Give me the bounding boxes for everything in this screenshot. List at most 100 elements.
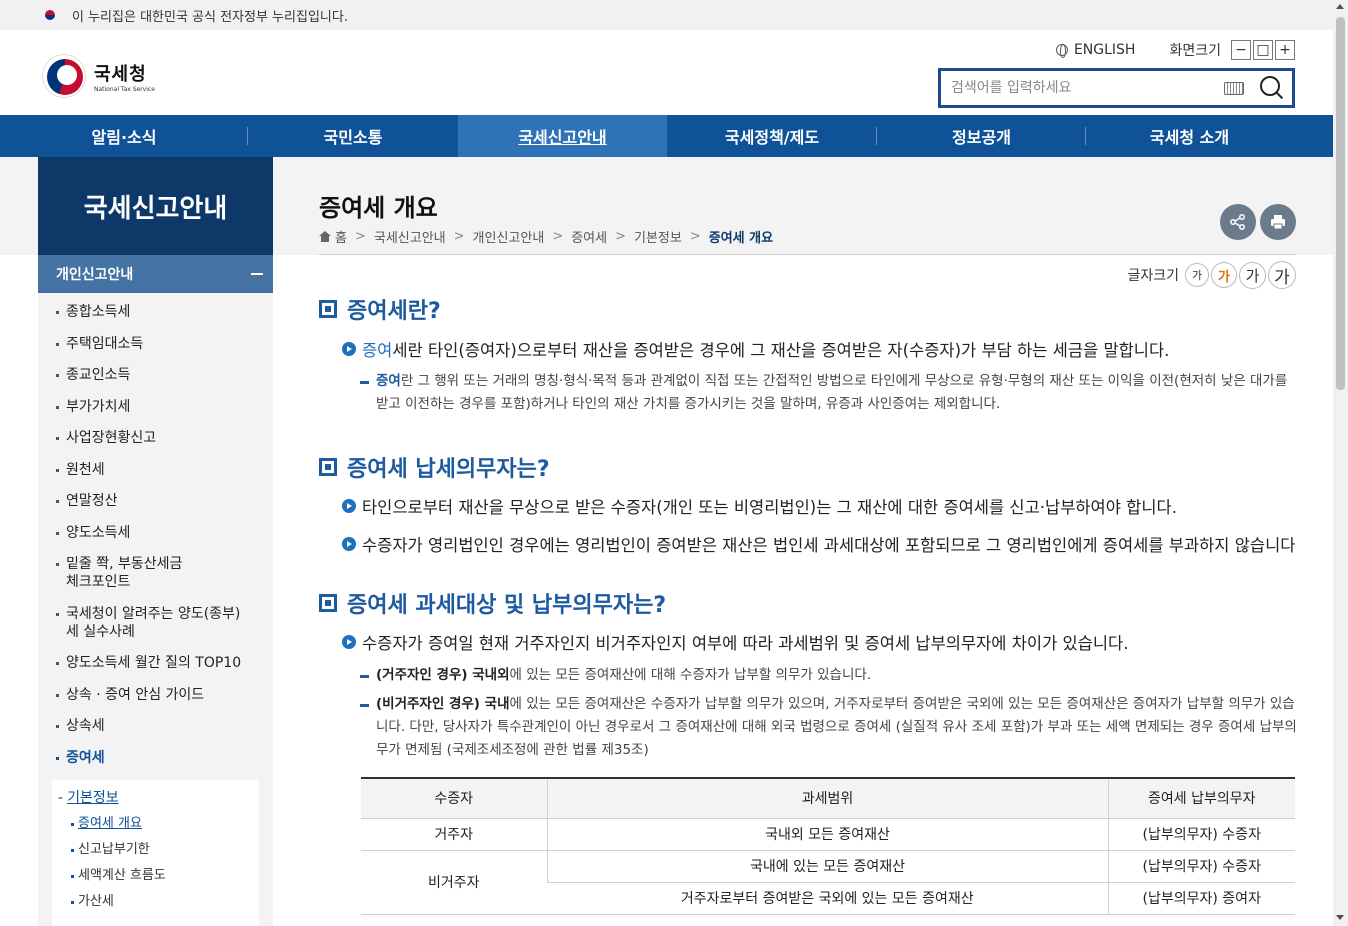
nav-tax-filing-guide[interactable]: 국세신고안내 <box>458 115 667 157</box>
table-cell: 국내외 모든 증여재산 <box>546 818 1108 851</box>
section-heading-text: 증여세란? <box>347 299 441 324</box>
nav-communication[interactable]: 국민소통 <box>248 115 458 157</box>
sidebar-item-gift-tax[interactable]: 증여세 <box>38 749 273 767</box>
bullet-text: 타인으로부터 재산을 무상으로 받은 수증자(개인 또는 비영리법인)는 그 재… <box>362 498 1177 517</box>
taeguk-logo-icon <box>42 54 86 98</box>
sidebar-item-top10[interactable]: 양도소득세 월간 질의 TOP10 <box>38 654 273 672</box>
nav-info-disclosure[interactable]: 정보공개 <box>877 115 1086 157</box>
sidebar-sub-basic-info[interactable]: - 기본정보 <box>52 788 259 808</box>
sidebar-title: 국세신고안내 <box>38 157 273 255</box>
search-icon[interactable] <box>1258 75 1284 101</box>
print-button[interactable] <box>1260 204 1296 240</box>
nav-about[interactable]: 국세청 소개 <box>1086 115 1293 157</box>
sidebar-item-religious-income[interactable]: 종교인소득 <box>38 366 273 384</box>
sub-item-text: 에 있는 모든 증여재산에 대해 수증자가 납부할 의무가 있습니다. <box>509 667 872 683</box>
square-bullet-icon <box>319 458 337 476</box>
utility-bar: ENGLISH 화면크기 − □ + <box>1055 40 1295 60</box>
sidebar-item-inheritance-tax[interactable]: 상속세 <box>38 717 273 735</box>
table-cell: 거주자로부터 증여받은 국외에 있는 모든 증여재산 <box>547 882 1108 915</box>
highlight-term: 증여 <box>362 341 393 360</box>
sidebar-section-label: 개인신고안내 <box>56 267 134 283</box>
section-heading: 증여세 과세대상 및 납부의무자는? <box>319 587 666 619</box>
sidebar-section-toggle[interactable]: 개인신고안내 <box>38 255 273 293</box>
section-heading: 증여세 납세의무자는? <box>319 451 550 483</box>
sidebar-sub-item-overview[interactable]: 증여세 개요 <box>52 814 259 834</box>
content-divider <box>319 254 1296 255</box>
logo-name: 국세청 <box>94 63 147 85</box>
table-header: 수증자 <box>361 777 547 819</box>
zoom-reset-button[interactable]: □ <box>1253 40 1273 60</box>
breadcrumb-item[interactable]: 증여세 <box>571 227 607 246</box>
sidebar-item-safe-guide[interactable]: 상속 · 증여 안심 가이드 <box>38 686 273 704</box>
breadcrumb-item[interactable]: 개인신고안내 <box>473 227 545 246</box>
sub-item: 증여란 그 행위 또는 거래의 명칭·형식·목적 등과 관계없이 직접 또는 간… <box>360 370 1300 416</box>
table-row: 비거주자 국내에 있는 모든 증여재산 (납부의무자) 수증자 <box>361 850 1295 915</box>
share-button[interactable] <box>1220 204 1256 240</box>
sidebar-item-vat[interactable]: 부가가치세 <box>38 398 273 416</box>
sub-item-term: 증여 <box>376 373 401 389</box>
square-bullet-icon <box>319 594 337 612</box>
sidebar-item-income-tax[interactable]: 종합소득세 <box>38 303 273 321</box>
circle-arrow-icon <box>342 499 356 513</box>
sub-item-term: (비거주자인 경우) 국내 <box>376 696 510 712</box>
sidebar-item-transfer-tax[interactable]: 양도소득세 <box>38 524 273 542</box>
nav-news[interactable]: 알림·소식 <box>0 115 248 157</box>
site-header: 국세청 National Tax Service ENGLISH 화면크기 − … <box>0 30 1333 115</box>
font-size-small-button[interactable]: 가 <box>1185 263 1209 287</box>
site-logo[interactable]: 국세청 National Tax Service <box>42 54 155 98</box>
dash-icon <box>360 704 369 707</box>
font-size-xlarge-button[interactable]: 가 <box>1268 261 1296 289</box>
table-header: 과세범위 <box>546 777 1108 819</box>
table-cell: (납부의무자) 수증자 <box>1107 818 1295 851</box>
zoom-label: 화면크기 <box>1169 43 1221 59</box>
search-input[interactable] <box>951 80 1224 96</box>
sidebar-sub-item-deadline[interactable]: 신고납부기한 <box>52 840 259 860</box>
sidebar-item-rental-income[interactable]: 주택임대소득 <box>38 335 273 353</box>
sidebar-sub-item-flowchart[interactable]: 세액계산 흐름도 <box>52 866 259 886</box>
scroll-up-icon[interactable] <box>1336 4 1344 9</box>
gov-banner-text: 이 누리집은 대한민국 공식 전자정부 누리집입니다. <box>72 9 348 25</box>
sidebar-sub-item-penalty[interactable]: 가산세 <box>52 892 259 912</box>
breadcrumb: 홈 > 국세신고안내 > 개인신고안내 > 증여세 > 기본정보 > 증여세 개요 <box>319 227 773 246</box>
circle-arrow-icon <box>342 635 356 649</box>
sub-item: (비거주자인 경우) 국내에 있는 모든 증여재산은 수증자가 납부할 의무가 … <box>360 693 1300 762</box>
sidebar-sub-head-label: 기본정보 <box>67 790 119 806</box>
main-nav: 알림·소식 국민소통 국세신고안내 국세정책/제도 정보공개 국세청 소개 <box>0 115 1333 157</box>
zoom-out-button[interactable]: − <box>1231 40 1251 60</box>
bullet-item: 수증자가 영리법인인 경우에는 영리법인이 증여받은 재산은 법인세 과세대상에… <box>342 532 1295 556</box>
page-title: 증여세 개요 <box>319 194 438 222</box>
sidebar-item-real-estate-checkpoint[interactable]: 밑줄 쫙, 부동산세금 체크포인트 <box>38 555 273 591</box>
page-scrollbar[interactable] <box>1333 0 1348 926</box>
korea-flag-icon <box>40 8 60 22</box>
font-size-normal-button[interactable]: 가 <box>1211 262 1237 288</box>
bullet-text: 수증자가 증여일 현재 거주자인지 비거주자인지 여부에 따라 과세범위 및 증… <box>362 634 1129 653</box>
minus-icon <box>251 273 263 275</box>
keyboard-icon[interactable] <box>1224 81 1244 95</box>
sidebar-item-withholding[interactable]: 원천세 <box>38 461 273 479</box>
bullet-item: 증여 세란 타인(증여자)으로부터 재산을 증여받은 경우에 그 재산을 증여받은… <box>342 337 1169 361</box>
home-icon <box>319 231 331 242</box>
nav-tax-policy[interactable]: 국세정책/제도 <box>667 115 877 157</box>
scrollbar-thumb[interactable] <box>1336 17 1345 390</box>
breadcrumb-home[interactable]: 홈 <box>335 227 347 246</box>
bullet-item: 수증자가 증여일 현재 거주자인지 비거주자인지 여부에 따라 과세범위 및 증… <box>342 630 1128 654</box>
sidebar-item-mistake-cases[interactable]: 국세청이 알려주는 양도(종부) 세 실수사례 <box>38 605 273 641</box>
font-size-large-button[interactable]: 가 <box>1239 261 1266 289</box>
section-heading-text: 증여세 납세의무자는? <box>347 457 550 482</box>
sidebar-item-business-status[interactable]: 사업장현황신고 <box>38 429 273 447</box>
zoom-in-button[interactable]: + <box>1275 40 1295 60</box>
share-icon <box>1230 214 1245 230</box>
sub-item: (거주자인 경우) 국내외에 있는 모든 증여재산에 대해 수증자가 납부할 의… <box>360 664 1300 687</box>
english-link[interactable]: ENGLISH <box>1055 42 1136 58</box>
circle-arrow-icon <box>342 342 356 356</box>
table-row: 거주자 국내외 모든 증여재산 (납부의무자) 수증자 <box>361 818 1295 851</box>
bullet-text: 수증자가 영리법인인 경우에는 영리법인이 증여받은 재산은 법인세 과세대상에… <box>362 536 1296 555</box>
scroll-down-icon[interactable] <box>1336 915 1344 920</box>
sidebar-item-year-end[interactable]: 연말정산 <box>38 492 273 510</box>
breadcrumb-item[interactable]: 국세신고안내 <box>374 227 446 246</box>
english-label: ENGLISH <box>1073 42 1136 58</box>
square-bullet-icon <box>319 300 337 318</box>
breadcrumb-current: 증여세 개요 <box>708 231 774 246</box>
bullet-item: 타인으로부터 재산을 무상으로 받은 수증자(개인 또는 비영리법인)는 그 재… <box>342 494 1177 518</box>
breadcrumb-item[interactable]: 기본정보 <box>634 227 682 246</box>
